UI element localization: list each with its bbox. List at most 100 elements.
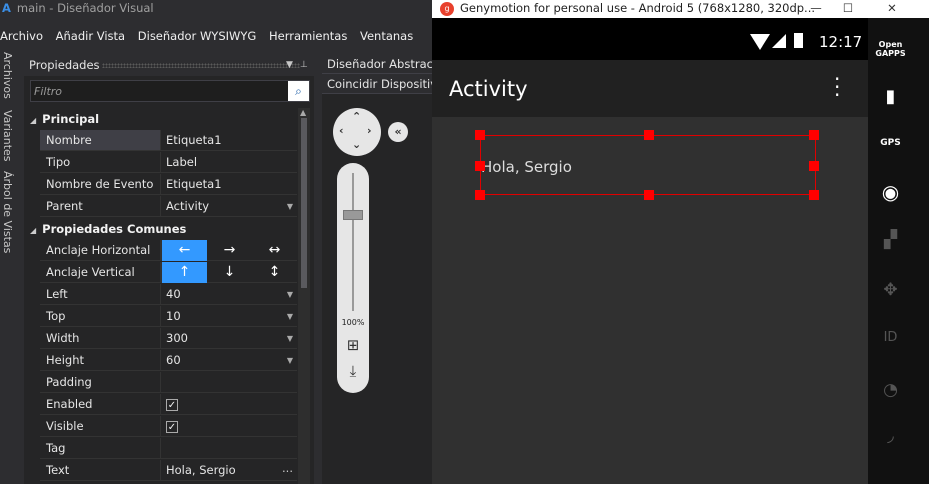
anchor-both-vertical-icon[interactable]: ↕ — [252, 262, 297, 283]
fit-screen-icon[interactable]: ⊞ — [343, 335, 363, 355]
scrollbar-thumb[interactable] — [301, 118, 307, 288]
label-etiqueta1[interactable]: Hola, Sergio — [481, 158, 572, 176]
resize-handle-top[interactable] — [644, 130, 654, 140]
android-screen[interactable]: 12:17 Activity · · · Hola, Sergio — [432, 18, 868, 484]
filter-box: ⌕ — [30, 80, 310, 102]
action-bar-title: Activity — [449, 77, 528, 101]
pin-icon[interactable]: ⊥ — [300, 54, 308, 76]
resize-handle-right[interactable] — [809, 161, 819, 171]
move-icon[interactable]: ✥ — [868, 280, 913, 300]
filter-input[interactable] — [31, 81, 289, 101]
pan-left-icon[interactable]: ‹ — [339, 124, 344, 137]
property-row-height[interactable]: Height 60 ▼ — [24, 350, 299, 372]
disk-io-icon[interactable]: ◔ — [868, 380, 913, 400]
property-row-parent[interactable]: Parent Activity ▼ — [24, 196, 299, 218]
anchor-right-arrow-icon[interactable]: → — [207, 240, 252, 261]
side-tab-variantes[interactable]: Variantes — [1, 110, 14, 162]
menu-disenador-wysiwyg[interactable]: Diseñador WYSIWYG — [138, 29, 257, 43]
battery-widget-icon[interactable]: ▮ — [868, 86, 913, 107]
ellipsis-button[interactable]: ... — [282, 458, 293, 479]
download-icon[interactable]: ⤓ — [343, 361, 363, 381]
properties-scrollbar[interactable]: ▲ — [298, 108, 310, 484]
property-row-nombre[interactable]: Nombre Etiqueta1 — [24, 130, 299, 152]
menu-herramientas[interactable]: Herramientas — [269, 29, 347, 43]
resize-handle-bottom[interactable] — [644, 190, 654, 200]
zoom-slider-knob[interactable] — [343, 210, 363, 220]
zoom-slider-track[interactable] — [352, 173, 354, 311]
category-principal[interactable]: ◢ Principal — [24, 108, 299, 130]
visible-checkbox[interactable]: ✓ — [166, 421, 178, 433]
resize-handle-top-left[interactable] — [475, 130, 485, 140]
property-row-tag[interactable]: Tag — [24, 438, 299, 460]
property-row-anclaje-horizontal: Anclaje Horizontal ← → ↔ — [24, 240, 299, 262]
resize-handle-top-right[interactable] — [809, 130, 819, 140]
action-bar: Activity · · · — [432, 60, 868, 117]
wifi-icon — [750, 34, 770, 50]
property-row-width[interactable]: Width 300 ▼ — [24, 328, 299, 350]
property-row-left[interactable]: Left 40 ▼ — [24, 284, 299, 306]
tab-coincidir-dispositivo[interactable]: Coincidir Dispositivo — [322, 74, 432, 94]
dropdown-arrow-icon[interactable]: ▼ — [287, 350, 293, 371]
zoom-control: 100% ⊞ ⤓ — [337, 163, 369, 393]
resize-handle-bottom-right[interactable] — [809, 190, 819, 200]
search-icon[interactable]: ⌕ — [288, 81, 309, 101]
resize-handle-left[interactable] — [475, 161, 485, 171]
pan-right-icon[interactable]: › — [367, 124, 372, 137]
anchor-both-horizontal-icon[interactable]: ↔ — [252, 240, 297, 261]
menu-anadir-vista[interactable]: Añadir Vista — [56, 29, 125, 43]
category-propiedades-comunes[interactable]: ◢ Propiedades Comunes — [24, 218, 299, 240]
resize-handle-bottom-left[interactable] — [475, 190, 485, 200]
menu-archivo[interactable]: Archivo — [0, 29, 43, 43]
device-id-icon[interactable]: ID — [868, 330, 913, 345]
panel-menu-chevron-icon[interactable]: ▼ — [286, 54, 293, 76]
collapse-double-chevron-icon[interactable]: « — [388, 122, 408, 142]
maximize-icon[interactable]: ☐ — [832, 0, 864, 18]
dropdown-arrow-icon[interactable]: ▼ — [287, 328, 293, 349]
capture-clapper-icon[interactable]: ▞ — [868, 230, 913, 250]
emulator-sidebar: Open GAPPS ▮ GPS ◉ ▞ ✥ ID ◔ ◞ — [868, 18, 929, 484]
collapse-triangle-icon[interactable]: ◢ — [30, 226, 36, 235]
network-signal-icon[interactable]: ◞ — [868, 426, 913, 446]
dropdown-arrow-icon[interactable]: ▼ — [287, 306, 293, 327]
enabled-checkbox[interactable]: ✓ — [166, 399, 178, 411]
anchor-top-arrow-icon[interactable]: ↑ — [162, 262, 207, 283]
dropdown-arrow-icon[interactable]: ▼ — [287, 284, 293, 305]
camera-icon[interactable]: ◉ — [868, 180, 913, 204]
open-gapps-icon[interactable]: Open GAPPS — [868, 40, 913, 58]
property-grid: ◢ Principal Nombre Etiqueta1 Tipo Label Nom… — [24, 108, 299, 482]
drag-handle[interactable] — [102, 63, 300, 68]
dropdown-arrow-icon[interactable]: ▼ — [287, 196, 293, 217]
anchor-bottom-arrow-icon[interactable]: ↓ — [207, 262, 252, 283]
side-tabs: Archivos Variantes Árbol de Vistas — [0, 52, 22, 484]
battery-icon — [794, 33, 803, 48]
ide-window-title: main - Diseñador Visual — [16, 1, 154, 15]
side-tab-archivos[interactable]: Archivos — [1, 52, 14, 99]
property-row-nombre-de-evento[interactable]: Nombre de Evento Etiqueta1 — [24, 174, 299, 196]
collapse-triangle-icon[interactable]: ◢ — [30, 116, 36, 125]
menu-ventanas[interactable]: Ventanas — [360, 29, 413, 43]
selected-label-box[interactable]: Hola, Sergio — [475, 130, 819, 200]
overflow-menu-icon[interactable]: · · · — [834, 69, 840, 105]
property-row-enabled[interactable]: Enabled ✓ — [24, 394, 299, 416]
tab-disenador-abstracto[interactable]: Diseñador Abstracto — [322, 54, 432, 74]
pan-down-icon[interactable]: ⌄ — [352, 138, 361, 151]
pan-control[interactable]: ⌃ ⌄ ‹ › — [333, 108, 381, 156]
property-row-top[interactable]: Top 10 ▼ — [24, 306, 299, 328]
status-clock: 12:17 — [819, 33, 863, 51]
minimize-icon[interactable]: — — [800, 0, 832, 18]
anchor-horizontal-group: ← → ↔ — [161, 240, 297, 261]
genymotion-logo-icon: g — [440, 2, 454, 16]
property-row-padding[interactable]: Padding — [24, 372, 299, 394]
property-row-text[interactable]: Text Hola, Sergio... — [24, 460, 299, 482]
scroll-up-arrow-icon[interactable]: ▲ — [300, 108, 306, 117]
pan-up-icon[interactable]: ⌃ — [352, 110, 361, 123]
side-tab-arbol-de-vistas[interactable]: Árbol de Vistas — [1, 171, 14, 253]
app-logo-icon: A — [2, 1, 11, 15]
close-icon[interactable]: ✕ — [876, 0, 908, 18]
anchor-left-arrow-icon[interactable]: ← — [162, 240, 207, 261]
property-row-tipo[interactable]: Tipo Label — [24, 152, 299, 174]
menu-bar: Archivo Añadir Vista Diseñador WYSIWYG H… — [0, 26, 432, 46]
property-row-visible[interactable]: Visible ✓ — [24, 416, 299, 438]
parent-value: Activity — [166, 199, 210, 213]
gps-icon[interactable]: GPS — [868, 138, 913, 148]
